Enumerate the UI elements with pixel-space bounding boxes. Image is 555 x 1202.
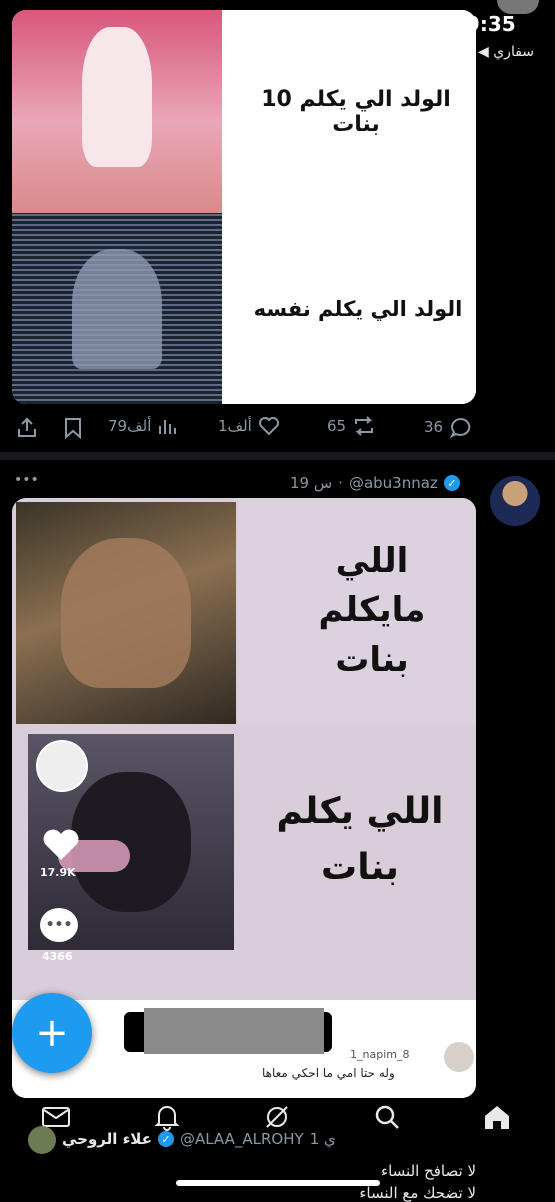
home-icon [485, 1106, 509, 1129]
heart-icon [258, 417, 279, 436]
anime-image-panel [12, 10, 222, 213]
tiktok-comments: 4366 [42, 950, 73, 963]
back-app-label: سفاري [493, 44, 535, 60]
post3-name[interactable]: علاء الروحي [62, 1130, 152, 1148]
meme-caption-panel-2: الولد الي يكلم نفسه [222, 213, 476, 404]
post2-meta: 19 س · @abu3nnaz ✓ [290, 474, 460, 492]
tiktok-likes: 17.9K [40, 866, 76, 879]
tab-notifications[interactable] [150, 1100, 184, 1134]
search-icon [375, 1105, 399, 1129]
meme-caption-panel-4: اللي يكلم بنات [234, 730, 476, 950]
bell-icon [154, 1106, 180, 1131]
post2-time: 19 س [290, 474, 333, 492]
meme-caption-3: اللي مايكلم بنات [318, 541, 426, 680]
compose-plus-icon: + [35, 1010, 69, 1056]
back-to-app-link[interactable]: ◀ سفاري [478, 44, 534, 60]
comment-username: 1_napim_8 [350, 1048, 410, 1061]
comment-text: وله حتا امي ما احكي معاها [262, 1066, 395, 1080]
post2-author-avatar[interactable] [490, 476, 540, 526]
feed-divider [0, 452, 555, 460]
post2-handle[interactable]: @abu3nnaz [349, 474, 438, 492]
meme-caption-panel-1: الولد الي يكلم 10 بنات [222, 10, 476, 213]
replies-value: 36 [424, 418, 444, 436]
tiktok-avatar [36, 740, 88, 792]
tiktok-heart-icon [43, 829, 79, 860]
post2-more-button[interactable]: ••• [14, 472, 39, 488]
reposts-value: 65 [327, 417, 347, 435]
likes-value: 1ألف [218, 417, 252, 435]
tab-search[interactable] [370, 1100, 404, 1134]
home-indicator [176, 1180, 380, 1186]
views-count[interactable]: 79ألف [108, 416, 177, 436]
post2-dot: · [338, 474, 343, 492]
portrait-image-panel [12, 213, 222, 404]
meme-caption-panel-3: اللي مايكلم بنات [238, 498, 476, 724]
views-value: 79ألف [108, 417, 152, 435]
soldier-image-panel [16, 502, 236, 724]
meme-caption-2: الولد الي يكلم نفسه [253, 296, 463, 321]
post3-author-avatar[interactable] [28, 1126, 56, 1154]
post1-media[interactable]: الولد الي يكلم 10 بنات الولد الي يكلم نف… [12, 10, 476, 404]
bookmark-icon[interactable] [63, 417, 83, 439]
compose-button[interactable]: + [12, 993, 92, 1073]
post3-line2: لا تضحك مع النساء [359, 1184, 476, 1202]
post3-time: 1 ي [309, 1130, 336, 1148]
verified-badge-icon: ✓ [443, 475, 460, 491]
tab-spaces[interactable] [260, 1100, 294, 1134]
reply-icon [449, 417, 471, 438]
tiktok-comment-icon: ••• [40, 908, 78, 942]
views-chart-icon [159, 420, 177, 434]
redacted-overlay [144, 1008, 324, 1054]
like-button[interactable]: 1ألف [218, 416, 280, 436]
tab-home[interactable] [480, 1100, 514, 1134]
mail-icon [42, 1107, 70, 1127]
post3-line1: لا تصافح النساء [381, 1162, 476, 1180]
post3-verified-badge-icon: ✓ [157, 1131, 174, 1147]
comment-avatar [444, 1042, 474, 1072]
meme-caption-1: الولد الي يكلم 10 بنات [261, 86, 451, 137]
repost-button[interactable]: 65 [327, 416, 376, 436]
repost-icon [355, 416, 374, 436]
post1-action-bar: 79ألف 1ألف 65 36 [0, 414, 555, 442]
meme-caption-4: اللي يكلم بنات [276, 791, 444, 888]
slash-circle-icon [266, 1106, 288, 1128]
post3-meta: علاء الروحي ✓ @ALAA_ALROHY 1 ي [62, 1130, 336, 1148]
reply-button[interactable]: 36 [424, 416, 473, 438]
share-icon[interactable] [16, 417, 38, 439]
post3-handle[interactable]: @ALAA_ALROHY [180, 1130, 304, 1148]
